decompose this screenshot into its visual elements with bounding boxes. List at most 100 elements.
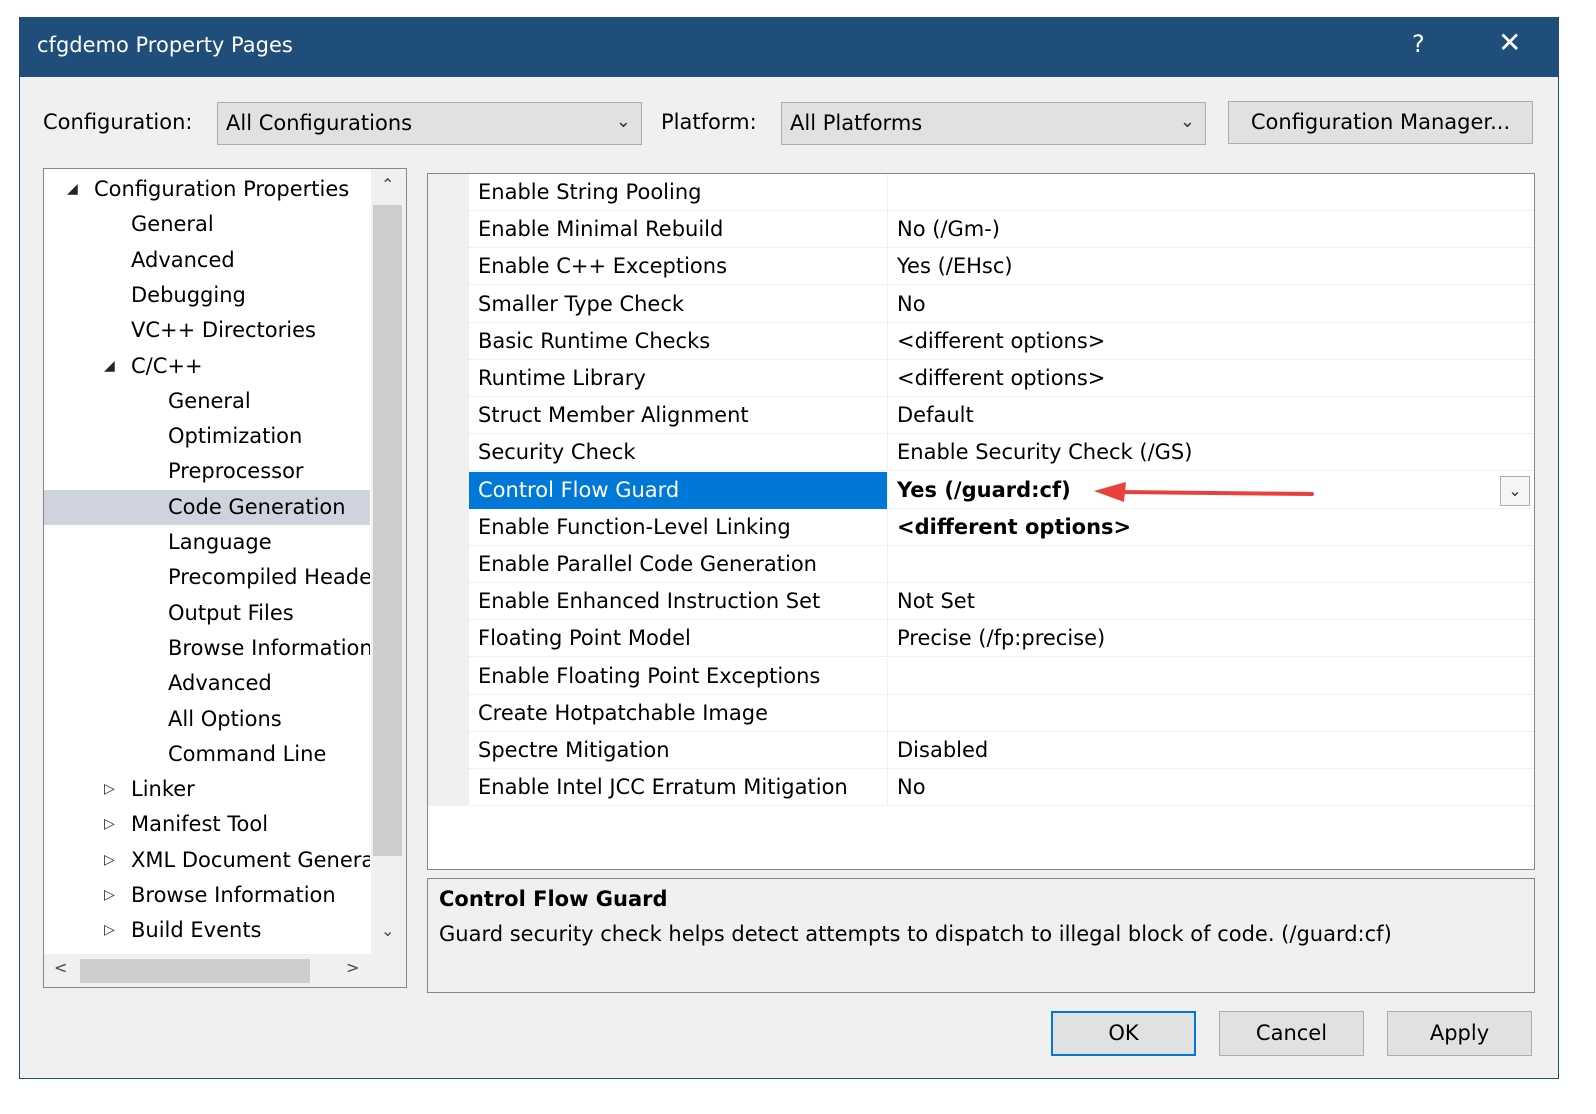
tree-item[interactable]: General (44, 384, 370, 419)
property-row[interactable]: Enable String Pooling (469, 174, 1534, 211)
property-value[interactable]: No (/Gm-) (889, 211, 1489, 248)
configuration-label: Configuration: (43, 110, 193, 134)
property-name: Control Flow Guard (469, 471, 888, 509)
property-row[interactable]: Spectre Mitigation Disabled (469, 732, 1534, 769)
tree-item[interactable]: ▷ Linker (44, 772, 370, 807)
scroll-up-icon[interactable]: ⌃ (381, 175, 394, 194)
property-value[interactable] (889, 174, 1489, 211)
tree-vertical-scrollbar[interactable]: ⌃ ⌄ (371, 169, 406, 954)
tree-item[interactable]: Preprocessor (44, 454, 370, 489)
property-row[interactable]: Enable C++ Exceptions Yes (/EHsc) (469, 248, 1534, 286)
configuration-dropdown[interactable]: All Configurations ⌄ (217, 102, 642, 145)
expanded-triangle-icon[interactable]: ◢ (104, 349, 115, 384)
tree-item[interactable]: VC++ Directories (44, 313, 370, 348)
property-value[interactable]: Yes (/EHsc) (889, 248, 1489, 285)
tree-item[interactable]: Language (44, 525, 370, 560)
tree-item[interactable]: Code Generation (44, 489, 370, 525)
collapsed-triangle-icon[interactable]: ▷ (104, 878, 115, 913)
collapsed-triangle-icon[interactable]: ▷ (104, 843, 115, 878)
property-row[interactable]: Enable Parallel Code Generation (469, 546, 1534, 583)
ok-button[interactable]: OK (1051, 1011, 1196, 1056)
configuration-manager-button[interactable]: Configuration Manager... (1228, 101, 1533, 144)
property-row[interactable]: Security Check Enable Security Check (/GS… (469, 434, 1534, 472)
tree-item[interactable]: ▷ Manifest Tool (44, 807, 370, 842)
help-button[interactable]: ? (1412, 30, 1425, 58)
property-row[interactable]: Enable Minimal Rebuild No (/Gm-) (469, 211, 1534, 249)
close-button[interactable]: ✕ (1498, 26, 1521, 59)
property-row[interactable]: Enable Enhanced Instruction Set Not Set (469, 583, 1534, 621)
property-row[interactable]: Floating Point Model Precise (/fp:precise… (469, 620, 1534, 658)
property-value[interactable]: Disabled (889, 732, 1489, 769)
property-row[interactable]: Runtime Library <different options> (469, 360, 1534, 397)
collapsed-triangle-icon[interactable]: ▷ (104, 772, 115, 807)
property-value[interactable]: Enable Security Check (/GS) (889, 434, 1489, 471)
property-row[interactable]: Enable Floating Point Exceptions (469, 657, 1534, 695)
property-name: Basic Runtime Checks (469, 322, 888, 360)
property-value[interactable]: <different options> (889, 360, 1489, 397)
tree-item-label: C/C++ (131, 353, 203, 378)
property-row[interactable]: Smaller Type Check No (469, 285, 1534, 323)
tree-item[interactable]: Debugging (44, 278, 370, 313)
tree-item[interactable]: ◢ C/C++ (44, 349, 370, 384)
scroll-left-icon[interactable]: < (54, 958, 67, 977)
property-value[interactable]: <different options> (889, 323, 1489, 360)
property-row[interactable]: Enable Intel JCC Erratum Mitigation No (469, 769, 1534, 807)
property-value[interactable]: No (889, 286, 1489, 323)
tree-item[interactable]: Output Files (44, 596, 370, 631)
property-value[interactable] (889, 658, 1489, 695)
collapsed-triangle-icon[interactable]: ▷ (104, 913, 115, 948)
property-value[interactable]: Precise (/fp:precise) (889, 620, 1489, 657)
property-row[interactable]: Enable Function-Level Linking <different … (469, 508, 1534, 546)
cancel-button[interactable]: Cancel (1219, 1011, 1364, 1056)
property-value[interactable]: <different options> (889, 509, 1489, 546)
scroll-down-icon[interactable]: ⌄ (381, 921, 394, 940)
property-name: Enable Enhanced Instruction Set (469, 583, 888, 621)
tree-item[interactable]: Command Line (44, 737, 370, 772)
property-value[interactable]: Not Set (889, 583, 1489, 620)
property-row[interactable]: Struct Member Alignment Default (469, 397, 1534, 435)
platform-dropdown[interactable]: All Platforms ⌄ (781, 102, 1206, 145)
tree-item-label: General (131, 212, 214, 237)
apply-button[interactable]: Apply (1387, 1011, 1532, 1056)
tree-item[interactable]: Precompiled Heade (44, 560, 370, 595)
expanded-triangle-icon[interactable]: ◢ (67, 172, 78, 207)
tree-item-label: Linker (131, 777, 195, 802)
chevron-down-icon: ⌄ (615, 111, 631, 132)
tree-horizontal-scroll-thumb[interactable] (80, 959, 310, 983)
property-value[interactable]: Default (889, 397, 1489, 434)
value-dropdown-button[interactable]: ⌄ (1500, 475, 1530, 506)
property-name: Create Hotpatchable Image (469, 694, 888, 732)
tree-item[interactable]: ▷ XML Document Genera (44, 843, 370, 878)
tree-item-label: Optimization (168, 424, 303, 449)
property-name: Enable Intel JCC Erratum Mitigation (469, 769, 888, 807)
tree-horizontal-scrollbar[interactable]: < > (44, 954, 406, 987)
tree-item[interactable]: All Options (44, 702, 370, 737)
tree-item[interactable]: ▷ Browse Information (44, 878, 370, 913)
property-name: Struct Member Alignment (469, 397, 888, 435)
tree-item-label: Language (168, 530, 272, 554)
property-name: Security Check (469, 434, 888, 472)
description-text: Guard security check helps detect attemp… (439, 922, 1392, 946)
property-name: Runtime Library (469, 360, 888, 397)
tree-item[interactable]: ◢ Configuration Properties (44, 172, 370, 207)
property-value[interactable] (889, 695, 1489, 732)
property-value[interactable] (889, 546, 1489, 583)
tree-item[interactable]: ▷ Build Events (44, 913, 370, 948)
property-value[interactable]: No (889, 769, 1489, 806)
tree-item[interactable]: Optimization (44, 419, 370, 454)
tree-item[interactable]: Advanced (44, 666, 370, 701)
property-row[interactable]: Basic Runtime Checks <different options> (469, 322, 1534, 360)
tree-item-label: Advanced (168, 671, 272, 696)
tree-vertical-scroll-thumb[interactable] (373, 205, 402, 856)
tree-item-label: Manifest Tool (131, 812, 269, 837)
collapsed-triangle-icon[interactable]: ▷ (104, 807, 115, 842)
tree-item-label: Browse Information (131, 883, 336, 907)
description-panel: Control Flow Guard Guard security check … (427, 878, 1535, 993)
property-row[interactable]: Control Flow Guard Yes (/guard:cf) ⌄ (469, 471, 1534, 509)
scroll-right-icon[interactable]: > (346, 958, 359, 977)
tree-item[interactable]: Advanced (44, 243, 370, 278)
configuration-value: All Configurations (226, 111, 413, 135)
property-row[interactable]: Create Hotpatchable Image (469, 694, 1534, 732)
tree-item[interactable]: General (44, 207, 370, 242)
tree-item[interactable]: Browse Information (44, 631, 370, 666)
